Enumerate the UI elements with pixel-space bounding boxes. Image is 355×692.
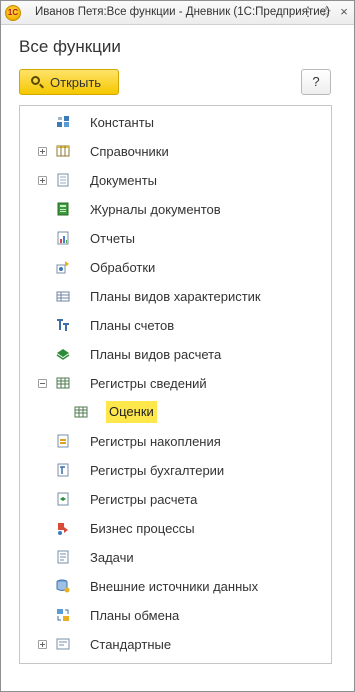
exchange-plans-icon	[57, 609, 69, 621]
help-button[interactable]: ?	[301, 69, 331, 95]
characteristic-types-icon	[56, 291, 70, 302]
tree-item-grades[interactable]: Оценки	[20, 398, 331, 427]
tree-item-label: Планы видов характеристик	[90, 289, 261, 304]
collapse-icon[interactable]	[38, 379, 47, 388]
functions-tree[interactable]: Константы Справочники Документы Журналы …	[19, 105, 332, 664]
tree-item-label: Задачи	[90, 550, 134, 565]
tree-item-external-data-sources[interactable]: Внешние источники данных	[20, 572, 331, 601]
charts-of-accounts-icon	[57, 319, 69, 331]
tree-item-reports[interactable]: Отчеты	[20, 224, 331, 253]
tree-item-label: Отчеты	[90, 231, 135, 246]
expand-icon[interactable]	[38, 176, 47, 185]
tree-item-standard[interactable]: Стандартные	[20, 630, 331, 659]
tree-item-label: Документы	[90, 173, 158, 188]
standard-icon	[56, 638, 70, 650]
tree-item-documents[interactable]: Документы	[20, 166, 331, 195]
business-processes-icon	[58, 523, 68, 535]
tree-item-label: Константы	[90, 115, 154, 130]
app-window: 1C Иванов Петя:Все функции - Дневник (1С…	[0, 0, 355, 692]
accounting-registers-icon	[57, 463, 69, 477]
tree-item-business-processes[interactable]: Бизнес процессы	[20, 514, 331, 543]
open-button[interactable]: Открыть	[19, 69, 119, 95]
more-icon[interactable]: ⋮	[301, 5, 315, 19]
accumulation-registers-icon	[57, 434, 69, 448]
tree-item-label: Журналы документов	[90, 202, 221, 217]
tree-item-label: Планы счетов	[90, 318, 175, 333]
reports-icon	[57, 231, 69, 245]
calculation-types-icon	[56, 349, 70, 360]
favorite-star-icon[interactable]: ☆	[319, 5, 333, 19]
tasks-icon	[57, 550, 69, 564]
tree-item-information-registers[interactable]: Регистры сведений	[20, 369, 331, 398]
calculation-registers-icon	[57, 492, 69, 506]
tree-item-calculation-types[interactable]: Планы видов расчета	[20, 340, 331, 369]
tree-item-label: Регистры бухгалтерии	[90, 463, 225, 478]
tree-item-label: Бизнес процессы	[90, 521, 195, 536]
search-icon	[31, 76, 40, 85]
tree-item-charts-of-accounts[interactable]: Планы счетов	[20, 311, 331, 340]
data-processors-icon	[56, 261, 69, 274]
expand-icon[interactable]	[38, 640, 47, 649]
tree-item-constants[interactable]: Константы	[20, 108, 331, 137]
tree-item-calculation-registers[interactable]: Регистры расчета	[20, 485, 331, 514]
tree-item-catalogs[interactable]: Справочники	[20, 137, 331, 166]
information-registers-icon	[56, 377, 70, 389]
tree-item-exchange-plans[interactable]: Планы обмена	[20, 601, 331, 630]
app-logo-icon[interactable]: 1C	[5, 5, 21, 21]
close-icon[interactable]: ×	[337, 5, 351, 19]
tree-item-accounting-registers[interactable]: Регистры бухгалтерии	[20, 456, 331, 485]
tree-item-data-processors[interactable]: Обработки	[20, 253, 331, 282]
tree-item-label: Внешние источники данных	[90, 579, 259, 594]
document-journals-icon	[57, 202, 69, 216]
page-title: Все функции	[19, 37, 121, 56]
tree-item-document-journals[interactable]: Журналы документов	[20, 195, 331, 224]
tree-item-label: Регистры сведений	[90, 376, 207, 391]
tree-item-label: Справочники	[90, 144, 169, 159]
tree-item-label: Регистры расчета	[90, 492, 198, 507]
tree-item-label: Обработки	[90, 260, 156, 275]
tree-item-tasks[interactable]: Задачи	[20, 543, 331, 572]
catalogs-icon	[56, 145, 70, 157]
external-data-sources-icon	[56, 579, 70, 593]
tree-item-label: Стандартные	[90, 637, 172, 652]
expand-icon[interactable]	[38, 147, 47, 156]
tree-item-label: Планы видов расчета	[90, 347, 222, 362]
tree-item-label: Оценки	[106, 401, 157, 423]
register-table-icon	[74, 406, 88, 418]
title-bar: 1C Иванов Петя:Все функции - Дневник (1С…	[1, 1, 354, 25]
tree-item-characteristic-types[interactable]: Планы видов характеристик	[20, 282, 331, 311]
tree-item-label: Регистры накопления	[90, 434, 221, 449]
documents-icon	[57, 173, 69, 187]
window-title: Иванов Петя:Все функции - Дневник (1С:Пр…	[35, 6, 330, 18]
tree-item-label: Планы обмена	[90, 608, 180, 623]
open-button-label: Открыть	[50, 75, 102, 90]
constants-icon	[57, 116, 69, 127]
tree-item-accumulation-registers[interactable]: Регистры накопления	[20, 427, 331, 456]
